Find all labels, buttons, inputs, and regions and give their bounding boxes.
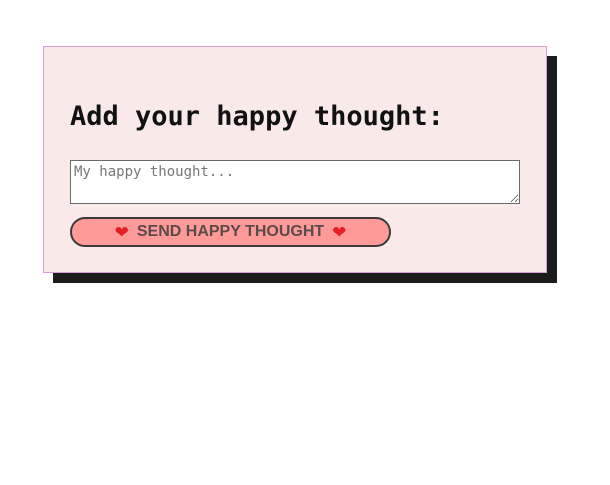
happy-thought-form: Add your happy thought: ❤ SEND HAPPY THO… (43, 46, 547, 273)
heart-icon: ❤ (332, 222, 347, 243)
form-title: Add your happy thought: (70, 101, 444, 132)
send-happy-thought-button[interactable]: ❤ SEND HAPPY THOUGHT ❤ (70, 217, 391, 247)
happy-thought-input[interactable] (70, 160, 520, 204)
send-button-label: SEND HAPPY THOUGHT (136, 223, 325, 240)
happy-thought-form-card: Add your happy thought: ❤ SEND HAPPY THO… (43, 46, 557, 283)
heart-icon: ❤ (114, 222, 129, 243)
